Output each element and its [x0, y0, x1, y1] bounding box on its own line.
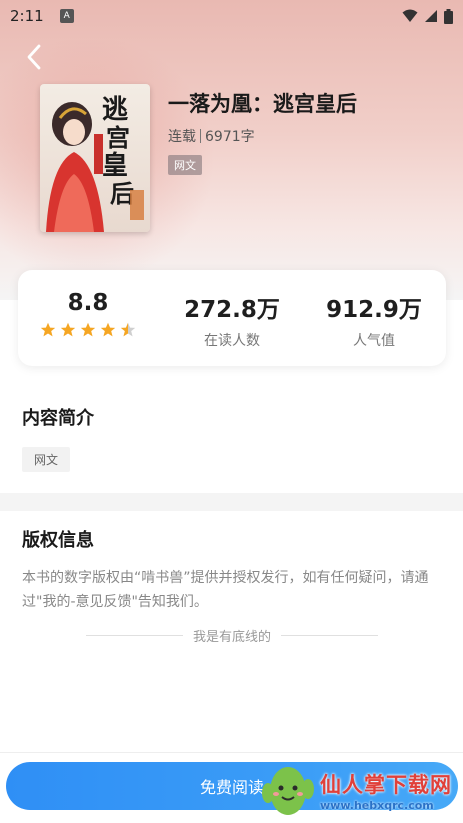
star-icon [40, 322, 56, 337]
svg-text:皇: 皇 [102, 151, 128, 181]
battery-icon [444, 8, 453, 24]
section-divider [0, 493, 463, 511]
book-status: 连载 [168, 129, 196, 145]
watermark-name: 仙人掌下载网 [320, 772, 452, 797]
signal-icon [425, 10, 437, 22]
book-word-count: 6971字 [205, 129, 255, 145]
star-icon [100, 322, 116, 337]
intro-genre-tag[interactable]: 网文 [22, 447, 71, 472]
status-time: 2:11 [10, 7, 44, 25]
book-cover-art: 逃 宫 皇 后 [40, 84, 150, 232]
end-of-content-indicator: 我是有底线的 [86, 624, 379, 646]
end-text: 我是有底线的 [193, 629, 272, 645]
end-rule-right [281, 634, 379, 636]
rating-value: 8.8 [67, 290, 109, 316]
book-meta: 连载 6971字 [168, 126, 255, 146]
rating-stat: 8.8 [23, 270, 153, 366]
intro-section-title: 内容简介 [22, 408, 94, 429]
meta-separator [200, 129, 201, 143]
readers-value: 272.8万 [184, 297, 280, 323]
rating-stars [23, 322, 153, 338]
readers-label: 在读人数 [204, 333, 260, 349]
watermark-url: www.hebxqrc.com [320, 798, 434, 812]
end-rule-left [86, 634, 183, 636]
popularity-value: 912.9万 [326, 297, 422, 323]
cactus-logo-icon [262, 767, 314, 815]
stats-card: 8.8 272.8万 在读人数 912.9万 人气值 [18, 270, 446, 366]
star-icon [80, 322, 96, 337]
copyright-section-title: 版权信息 [22, 530, 94, 551]
back-button[interactable] [20, 40, 48, 74]
wifi-icon [402, 9, 418, 22]
bottom-bar-border [0, 752, 463, 753]
popularity-stat: 912.9万 人气值 [309, 270, 439, 366]
status-bar: 2:11 A [0, 0, 463, 32]
svg-text:宫: 宫 [106, 123, 130, 152]
svg-text:逃: 逃 [102, 95, 128, 125]
book-cover[interactable]: 逃 宫 皇 后 [40, 84, 150, 232]
copyright-text: 本书的数字版权由“啃书兽”提供并授权发行，如有任何疑问，请通过"我的-意见反馈"… [22, 570, 429, 610]
genre-tag[interactable]: 网文 [168, 155, 202, 175]
star-half-icon [120, 322, 136, 337]
app-notification-icon: A [59, 9, 74, 23]
chevron-left-icon [27, 44, 41, 70]
popularity-label: 人气值 [353, 333, 395, 349]
readers-stat: 272.8万 在读人数 [167, 270, 297, 366]
book-title: 一落为凰：逃宫皇后 [168, 92, 357, 116]
free-read-label: 免费阅读 [199, 778, 264, 797]
star-icon [60, 322, 76, 337]
watermark: 仙人掌下载网 www.hebxqrc.com [262, 760, 462, 820]
